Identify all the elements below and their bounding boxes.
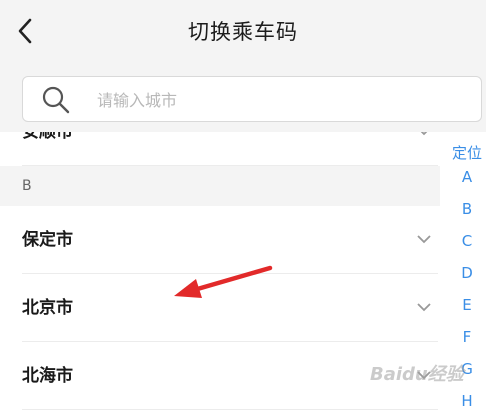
- section-header-b: B: [0, 166, 440, 206]
- chevron-down-icon: [417, 235, 431, 244]
- index-item-b[interactable]: B: [448, 200, 486, 218]
- top-header: 切换乘车码: [0, 0, 486, 132]
- index-item-c[interactable]: C: [448, 232, 486, 250]
- search-box[interactable]: [22, 76, 482, 123]
- city-name: 安顺市: [22, 132, 73, 142]
- city-name: 保定市: [22, 230, 73, 250]
- chevron-down-icon: [420, 132, 428, 136]
- annotation-arrow-icon: [174, 265, 273, 298]
- search-input[interactable]: [95, 77, 459, 123]
- search-icon: [42, 86, 70, 114]
- section-letter: B: [22, 178, 32, 194]
- city-name: 北京市: [22, 298, 73, 318]
- index-item-e[interactable]: E: [448, 296, 486, 314]
- city-name: 北海市: [22, 366, 73, 386]
- index-item-f[interactable]: F: [448, 328, 486, 346]
- index-item-d[interactable]: D: [448, 264, 486, 282]
- page-title: 切换乘车码: [188, 20, 298, 44]
- index-item-a[interactable]: A: [448, 168, 486, 186]
- watermark: Baidu经验: [370, 364, 464, 385]
- index-item-location[interactable]: 定位: [448, 142, 486, 163]
- index-item-h[interactable]: H: [448, 392, 486, 410]
- chevron-down-icon: [417, 303, 431, 312]
- city-row-anshun[interactable]: 安顺市: [22, 132, 438, 166]
